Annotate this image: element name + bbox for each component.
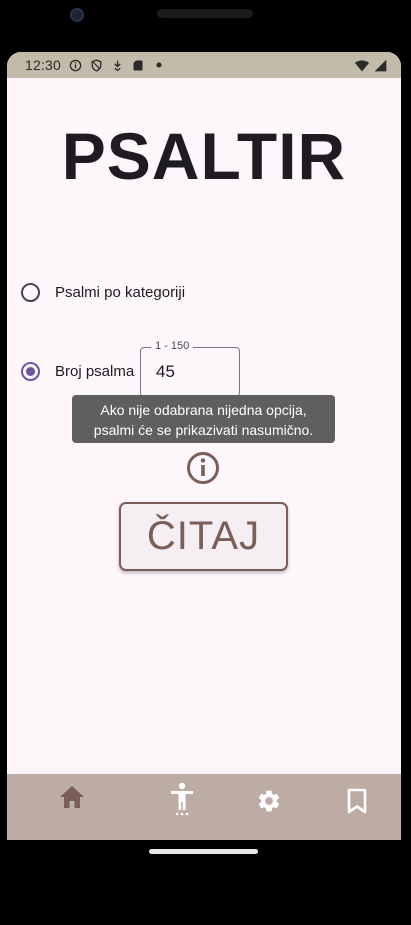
status-bar: 12:30	[7, 52, 401, 78]
cellular-signal-icon	[373, 58, 387, 72]
wifi-icon	[354, 58, 370, 72]
status-right	[354, 58, 387, 72]
download-icon	[110, 58, 124, 72]
nav-home[interactable]	[57, 784, 87, 814]
option-by-category-label: Psalmi po kategoriji	[55, 284, 186, 301]
accessibility-icon	[169, 782, 195, 821]
bottom-navigation	[7, 774, 401, 840]
home-indicator[interactable]	[149, 849, 258, 854]
sd-card-icon	[131, 58, 145, 72]
info-circle-icon	[68, 58, 82, 72]
shield-icon	[89, 58, 103, 72]
option-psalm-number-label: Broj psalma	[55, 363, 135, 380]
tooltip-line-1: Ako nije odabrana nijedna opcija,	[100, 402, 307, 418]
read-button[interactable]: ČITAJ	[119, 502, 288, 571]
home-icon	[59, 785, 85, 814]
option-psalm-number[interactable]: Broj psalma	[21, 362, 134, 381]
dot-icon	[152, 58, 166, 72]
info-icon[interactable]	[186, 451, 220, 485]
psalm-number-field[interactable]: 1 - 150 45	[140, 340, 240, 397]
radio-by-category[interactable]	[21, 283, 40, 302]
earpiece-speaker	[157, 9, 253, 18]
option-by-category[interactable]: Psalmi po kategoriji	[21, 283, 185, 302]
settings-icon	[256, 788, 282, 819]
radio-psalm-number[interactable]	[21, 362, 40, 381]
app-title: PSALTIR	[61, 119, 347, 193]
tooltip-line-2: psalmi će se prikazivati nasumično.	[93, 422, 314, 438]
status-left: 12:30	[25, 57, 166, 73]
bookmark-icon	[346, 788, 368, 819]
psalm-number-range-label: 1 - 150	[151, 340, 194, 352]
info-tooltip: Ako nije odabrana nijedna opcija, psalmi…	[72, 395, 335, 443]
status-time: 12:30	[25, 57, 62, 73]
phone-screen: 12:30 PSALTIR Psalmi po kategoriji Broj …	[7, 52, 401, 840]
front-camera	[70, 8, 84, 22]
nav-bookmarks[interactable]	[342, 788, 372, 818]
nav-accessibility[interactable]	[167, 782, 197, 816]
nav-settings[interactable]	[254, 788, 284, 818]
psalm-number-input[interactable]: 45	[156, 362, 175, 382]
